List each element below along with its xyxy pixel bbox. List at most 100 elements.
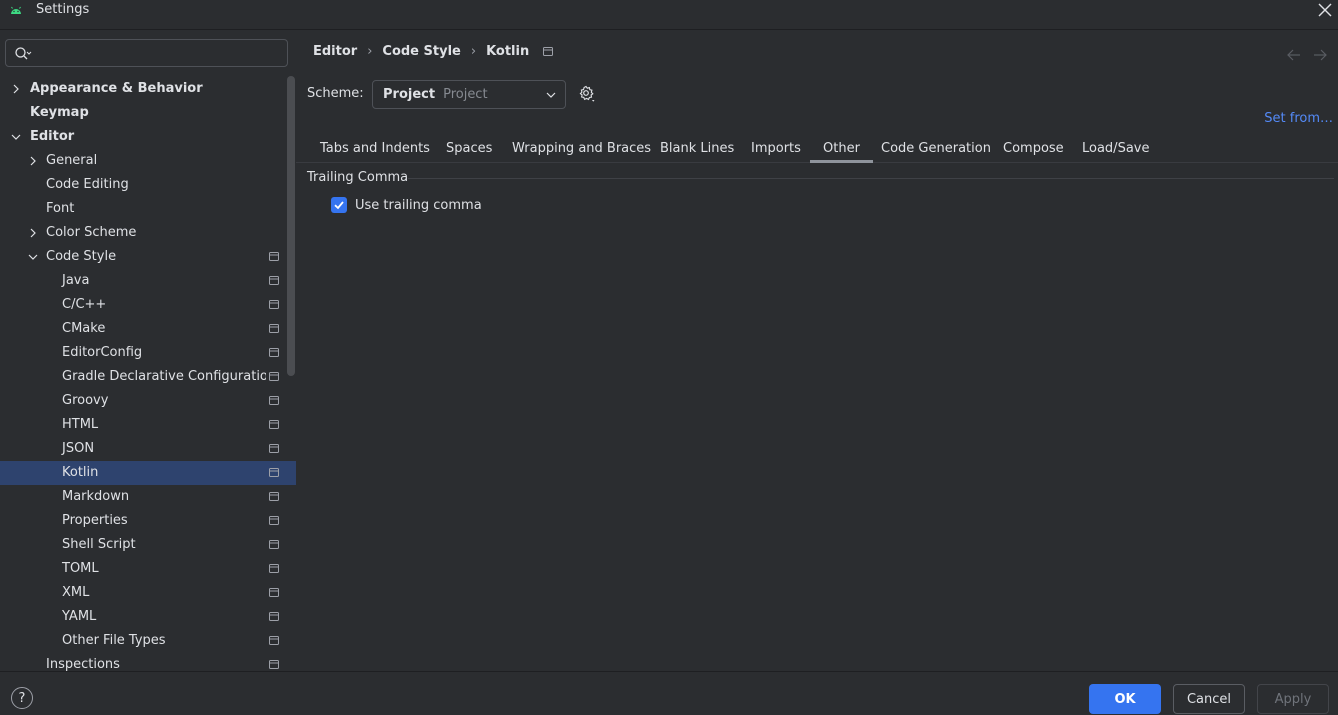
tree-item-font[interactable]: Font [0, 197, 296, 221]
project-scope-icon [269, 492, 279, 501]
tree-item-label: Inspections [46, 657, 120, 671]
window-title: Settings [36, 2, 90, 17]
tree-item-color-scheme[interactable]: Color Scheme [0, 221, 296, 245]
tree-item-groovy[interactable]: Groovy [0, 389, 296, 413]
breadcrumb: Editor › Code Style › Kotlin [313, 44, 554, 59]
chevron-right-icon [13, 84, 19, 94]
tree-item-editorconfig[interactable]: EditorConfig [0, 341, 296, 365]
tree-item-toml[interactable]: TOML [0, 557, 296, 581]
tab-imports[interactable]: Imports [751, 141, 801, 163]
tree-item-yaml[interactable]: YAML [0, 605, 296, 629]
tree-item-properties[interactable]: Properties [0, 509, 296, 533]
settings-content: Editor › Code Style › Kotlin Scheme: Pro… [296, 30, 1338, 671]
project-scope-icon [269, 348, 279, 357]
checkbox-label: Use trailing comma [355, 197, 482, 213]
tab-code-generation[interactable]: Code Generation [881, 141, 991, 163]
tree-item-general[interactable]: General [0, 149, 296, 173]
set-from-link[interactable]: Set from… [1264, 111, 1333, 126]
ok-button[interactable]: OK [1089, 684, 1161, 714]
tree-item-shell-script[interactable]: Shell Script [0, 533, 296, 557]
search-input[interactable] [36, 43, 281, 63]
scheme-value: Project [383, 87, 436, 102]
trailing-comma-checkbox[interactable] [331, 197, 347, 213]
tree-item-kotlin[interactable]: Kotlin [0, 461, 296, 485]
tree-item-cmake[interactable]: CMake [0, 317, 296, 341]
project-scope-icon [269, 252, 279, 261]
tree-item-label: Kotlin [62, 465, 99, 480]
tree-item-gradle-declarative[interactable]: Gradle Declarative Configuration La [0, 365, 296, 389]
tree-item-label: Shell Script [62, 537, 136, 552]
breadcrumb-code-style[interactable]: Code Style [382, 44, 460, 59]
tab-tabs-and-indents[interactable]: Tabs and Indents [320, 141, 430, 163]
sidebar-scrollbar[interactable] [287, 76, 295, 376]
tree-item-label: Properties [62, 513, 128, 528]
search-icon [15, 47, 32, 60]
project-scope-icon [269, 540, 279, 549]
tree-item-code-style[interactable]: Code Style [0, 245, 296, 269]
tree-item-inspections[interactable]: Inspections [0, 653, 296, 671]
nav-arrows [1286, 47, 1328, 63]
apply-button[interactable]: Apply [1257, 684, 1329, 714]
tree-item-json[interactable]: JSON [0, 437, 296, 461]
project-scope-icon [269, 588, 279, 597]
scheme-dropdown[interactable]: Project Project [372, 80, 566, 109]
help-button[interactable]: ? [11, 687, 33, 709]
scheme-label: Scheme: [307, 86, 364, 101]
tree-item-cpp[interactable]: C/C++ [0, 293, 296, 317]
tree-item-appearance[interactable]: Appearance & Behavior [0, 77, 296, 101]
tab-compose[interactable]: Compose [1003, 141, 1064, 163]
project-scope-icon [269, 324, 279, 333]
tree-item-label: Other File Types [62, 633, 166, 648]
tree-item-code-editing[interactable]: Code Editing [0, 173, 296, 197]
settings-sidebar: Appearance & Behavior Keymap Editor Gene… [0, 30, 296, 671]
project-scope-icon [269, 468, 279, 477]
breadcrumb-kotlin: Kotlin [486, 44, 530, 59]
cancel-button[interactable]: Cancel [1173, 684, 1245, 714]
settings-tree: Appearance & Behavior Keymap Editor Gene… [0, 77, 296, 671]
project-scope-icon [269, 372, 279, 381]
back-arrow-icon[interactable] [1286, 47, 1302, 63]
tree-item-label: General [46, 153, 98, 168]
tree-item-label: Color Scheme [46, 225, 137, 240]
tree-item-label: TOML [62, 561, 99, 576]
close-icon[interactable] [1316, 1, 1334, 19]
tab-other[interactable]: Other [810, 141, 873, 163]
project-scope-icon [269, 420, 279, 429]
tree-item-xml[interactable]: XML [0, 581, 296, 605]
gear-icon[interactable] [578, 85, 596, 103]
tree-item-java[interactable]: Java [0, 269, 296, 293]
tree-item-html[interactable]: HTML [0, 413, 296, 437]
tree-item-label: JSON [62, 441, 95, 456]
title-bar: Settings [0, 0, 1338, 30]
trailing-comma-option[interactable]: Use trailing comma [331, 197, 482, 213]
chevron-right-icon [30, 228, 36, 238]
tree-item-editor[interactable]: Editor [0, 125, 296, 149]
project-scope-icon [543, 47, 554, 56]
project-scope-icon [269, 444, 279, 453]
tree-item-label: CMake [62, 321, 106, 336]
tree-item-label: Code Style [46, 249, 117, 264]
project-scope-icon [269, 276, 279, 285]
project-scope-icon [269, 612, 279, 621]
project-scope-icon [269, 300, 279, 309]
tab-wrapping-and-braces[interactable]: Wrapping and Braces [512, 141, 651, 163]
tab-spaces[interactable]: Spaces [446, 141, 492, 163]
tree-item-keymap[interactable]: Keymap [0, 101, 296, 125]
tab-blank-lines[interactable]: Blank Lines [660, 141, 734, 163]
chevron-down-icon [546, 92, 556, 98]
dialog-footer: ? OK Cancel Apply [0, 671, 1338, 715]
tree-item-label: Java [62, 273, 90, 288]
chevron-down-icon [11, 134, 21, 140]
tree-item-markdown[interactable]: Markdown [0, 485, 296, 509]
project-scope-icon [269, 516, 279, 525]
tree-item-label: C/C++ [62, 297, 107, 312]
tree-item-other-file-types[interactable]: Other File Types [0, 629, 296, 653]
tree-item-label: Appearance & Behavior [30, 81, 203, 96]
breadcrumb-separator: › [367, 44, 373, 59]
search-box[interactable] [5, 39, 288, 67]
tree-item-label: Gradle Declarative Configuration La [62, 369, 266, 384]
breadcrumb-editor[interactable]: Editor [313, 44, 357, 59]
section-title: Trailing Comma [307, 170, 409, 185]
tab-load-save[interactable]: Load/Save [1082, 141, 1149, 163]
forward-arrow-icon[interactable] [1312, 47, 1328, 63]
